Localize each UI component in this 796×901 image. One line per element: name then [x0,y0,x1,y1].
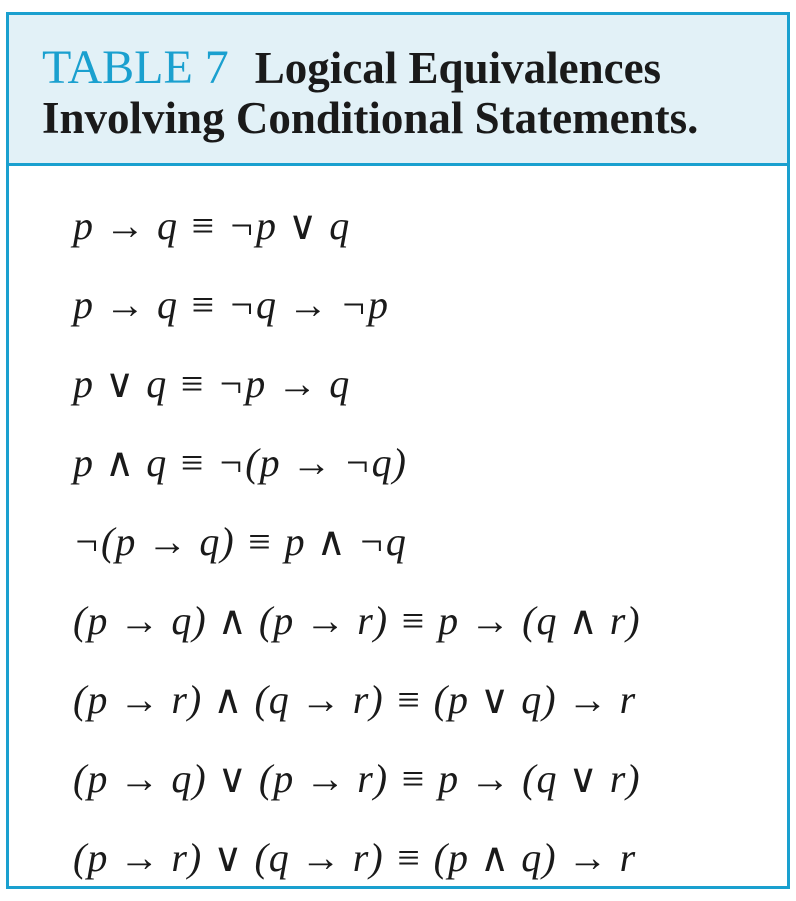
table-header: TABLE 7 Logical Equivalences Involving Co… [9,15,787,166]
formula-row-2: p → q ≡ ¬q → ¬p [73,282,389,327]
table-title-text: Logical Equivalences [254,43,662,93]
table-number-label: TABLE 7 [42,41,229,94]
table-title-line-1: TABLE 7 Logical Equivalences [42,41,662,94]
equivalences-table: TABLE 7 Logical Equivalences Involving Co… [6,12,790,889]
table-title-line-2: Involving Conditional Statements. [42,93,699,143]
formula-row-5: ¬(p → q) ≡ p ∧ ¬q [73,519,407,564]
formula-row-1: p → q ≡ ¬p ∨ q [73,203,351,248]
formula-row-7: (p → r) ∧ (q → r) ≡ (p ∨ q) → r [73,677,637,722]
formula-row-6: (p → q) ∧ (p → r) ≡ p → (q ∧ r) [73,598,641,643]
formula-row-8: (p → q) ∨ (p → r) ≡ p → (q ∨ r) [73,756,641,801]
formula-row-9: (p → r) ∨ (q → r) ≡ (p ∧ q) → r [73,835,637,880]
formula-row-4: p ∧ q ≡ ¬(p → ¬q) [73,440,407,485]
formula-row-3: p ∨ q ≡ ¬p → q [73,361,351,406]
